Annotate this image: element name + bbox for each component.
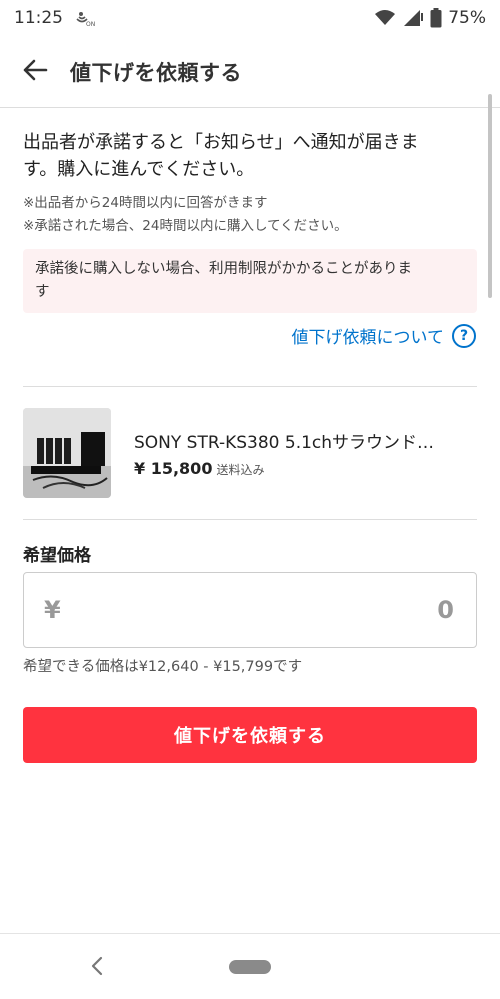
notice-sub-2: ※承諾された場合、24時間以内に購入してください。 (23, 218, 348, 234)
back-button[interactable] (0, 36, 70, 108)
item-thumbnail (23, 408, 111, 498)
nfc-icon: ON (75, 8, 95, 28)
divider (23, 386, 477, 387)
currency-symbol: ¥ (44, 596, 61, 624)
desired-price-input[interactable]: ¥ 0 (23, 572, 477, 648)
nav-home-pill[interactable] (229, 960, 271, 974)
warning-line-1: 承諾後に購入しない場合、利用制限がかかることがありま (35, 261, 412, 277)
warning-box: 承諾後に購入しない場合、利用制限がかかることがありま す (23, 249, 477, 313)
arrow-left-icon (22, 58, 48, 86)
page-title: 値下げを依頼する (70, 60, 242, 85)
status-bar: 11:25 ON 75% (0, 0, 500, 36)
request-price-drop-button[interactable]: 値下げを依頼する (23, 707, 477, 763)
price-value: 0 (437, 596, 454, 624)
nav-back-icon[interactable] (86, 954, 110, 978)
scrollbar[interactable] (488, 94, 492, 298)
svg-text:ON: ON (86, 21, 95, 28)
item-shipping: 送料込み (216, 463, 265, 477)
battery-percent: 75% (448, 8, 486, 28)
divider (23, 519, 477, 520)
wifi-icon (374, 9, 396, 27)
signal-icon (402, 9, 424, 27)
item-price: ¥ 15,800 (134, 459, 213, 478)
notice-sub-1: ※出品者から24時間以内に回答がきます (23, 195, 268, 211)
app-bar: 値下げを依頼する (0, 36, 500, 108)
system-nav-bar (0, 933, 500, 999)
item-row[interactable]: SONY STR-KS380 5.1chサラウンド… ¥ 15,800 送料込み (23, 407, 477, 499)
notice-line-2: す。購入に進んでください。 (23, 159, 255, 180)
item-price-row: ¥ 15,800 送料込み (134, 459, 477, 478)
status-time: 11:25 (14, 8, 63, 28)
question-circle-icon: ? (452, 323, 476, 348)
item-name: SONY STR-KS380 5.1chサラウンド… (134, 433, 435, 453)
price-request-info-link[interactable]: 値下げ依頼について ? (291, 323, 476, 348)
item-info: SONY STR-KS380 5.1chサラウンド… ¥ 15,800 送料込み (134, 428, 477, 478)
notice-text: 出品者が承諾すると「お知らせ」へ通知が届きま す。購入に進んでください。 (23, 129, 483, 183)
info-link-label: 値下げ依頼について (291, 328, 445, 348)
warning-line-2: す (35, 284, 50, 300)
notice-line-1: 出品者が承諾すると「お知らせ」へ通知が届きま (23, 132, 419, 153)
desired-price-label: 希望価格 (23, 546, 91, 566)
battery-icon (430, 8, 442, 28)
price-range-hint: 希望できる価格は¥12,640 - ¥15,799です (23, 659, 303, 675)
